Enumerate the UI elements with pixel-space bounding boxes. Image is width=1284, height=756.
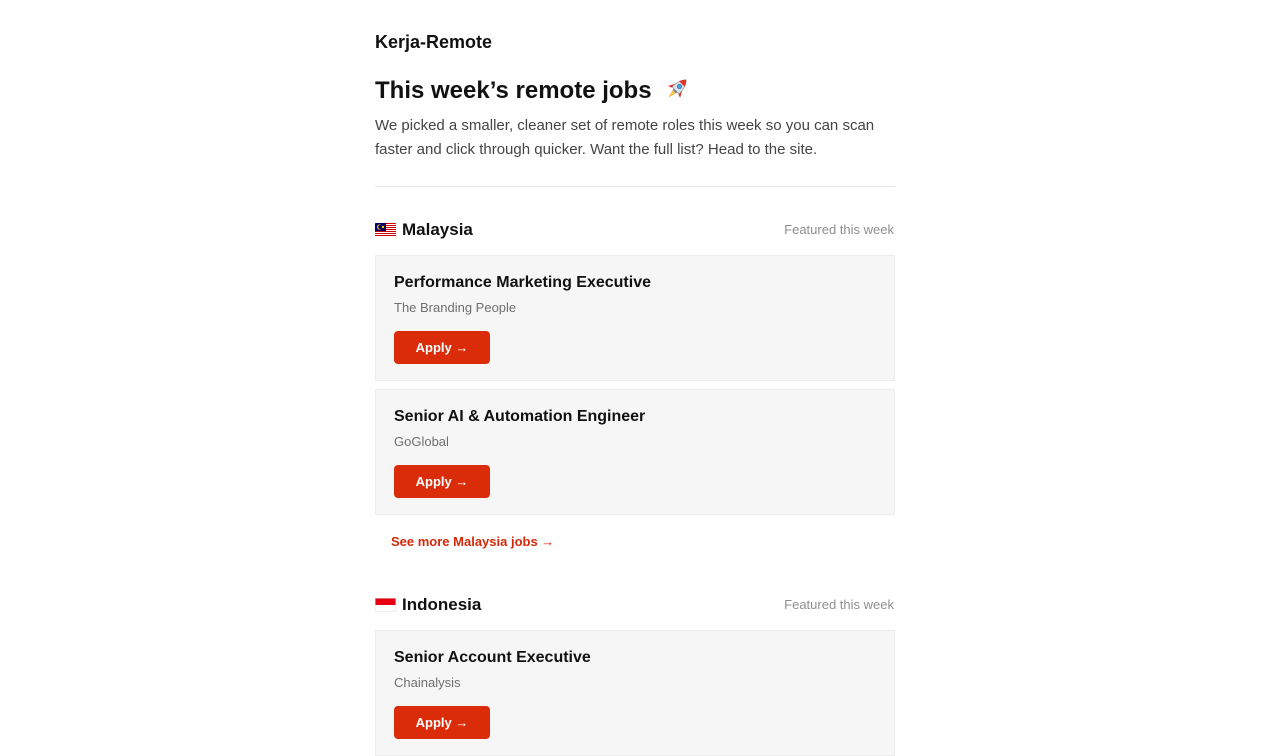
featured-label: Featured this week xyxy=(784,222,894,237)
company-name: Chainalysis xyxy=(394,675,461,690)
section-title-label: Malaysia xyxy=(402,220,473,239)
divider xyxy=(375,186,895,187)
section-title-malaysia: Malaysia xyxy=(375,218,473,242)
section-header-indonesia: Indonesia Featured this week xyxy=(375,593,895,617)
page-title-text: This week’s remote jobs xyxy=(375,77,652,104)
see-more-malaysia-link[interactable]: See more Malaysia jobs → xyxy=(391,534,554,550)
company-name: The Branding People xyxy=(394,300,517,315)
brand-name: Kerja-Remote xyxy=(375,32,493,52)
job-card: Senior AI & Automation Engineer GoGlobal… xyxy=(375,389,895,515)
malaysia-flag-icon xyxy=(375,223,396,237)
job-card: Senior Account Executive Chainalysis App… xyxy=(375,630,895,756)
section-title-indonesia: Indonesia xyxy=(375,593,481,617)
apply-button[interactable]: Apply → xyxy=(394,331,490,364)
job-title[interactable]: Senior Account Executive xyxy=(394,648,591,668)
job-card: Performance Marketing Executive The Bran… xyxy=(375,255,895,381)
job-title[interactable]: Senior AI & Automation Engineer xyxy=(394,407,645,427)
section-header-malaysia: Malaysia Featured this week xyxy=(375,218,895,242)
company-name: GoGlobal xyxy=(394,434,449,449)
rocket-icon xyxy=(668,79,687,98)
page-title: This week’s remote jobs xyxy=(375,74,692,107)
job-title[interactable]: Performance Marketing Executive xyxy=(394,273,651,293)
section-title-label: Indonesia xyxy=(402,595,482,614)
featured-label: Featured this week xyxy=(784,597,894,612)
apply-button[interactable]: Apply → xyxy=(394,706,490,739)
indonesia-flag-icon xyxy=(375,598,396,612)
intro-text: We picked a smaller, cleaner set of remo… xyxy=(375,117,875,158)
apply-button[interactable]: Apply → xyxy=(394,465,490,498)
